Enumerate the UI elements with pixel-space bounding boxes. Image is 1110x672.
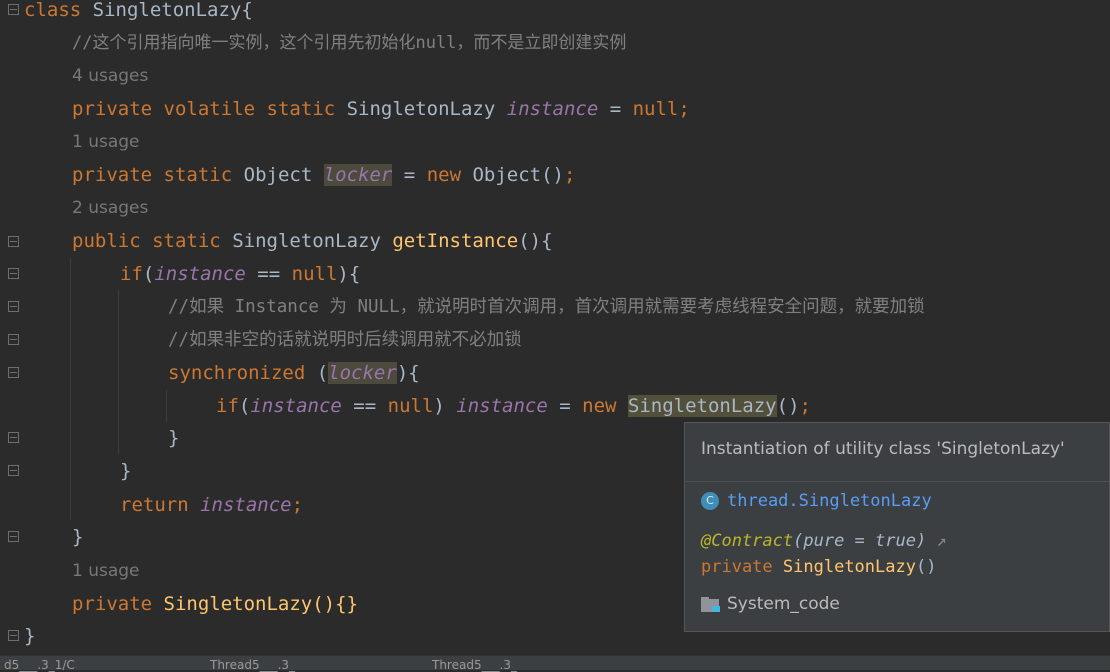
- module-folder-icon: [701, 596, 721, 612]
- punctuation: ){: [337, 263, 361, 285]
- keyword: new: [426, 164, 462, 186]
- tab-label[interactable]: d5___.3_1/C: [4, 658, 75, 672]
- fold-synchronized-end-icon[interactable]: [8, 432, 19, 443]
- signature-name: SingletonLazy: [782, 557, 916, 577]
- keyword: static: [163, 164, 233, 186]
- semicolon: ;: [678, 98, 690, 120]
- comment-line: //如果非空的话就说明时后续调用就不必加锁: [168, 330, 522, 350]
- constructor-declaration: SingletonLazy(){}: [163, 593, 358, 615]
- keyword: return: [120, 494, 189, 516]
- code-line-close-brace: }: [72, 526, 84, 548]
- class-ref-text: thread.SingletonLazy: [727, 491, 932, 511]
- tab-label[interactable]: Thread5___.3_: [432, 658, 517, 672]
- usages-hint[interactable]: 1 usage: [72, 126, 140, 159]
- keyword: if: [216, 395, 239, 417]
- fold-if-icon[interactable]: [8, 268, 19, 279]
- fold-class-end-icon[interactable]: [8, 630, 19, 641]
- field-instance: instance: [506, 98, 599, 120]
- tab-label[interactable]: Thread5___.3_: [210, 658, 295, 672]
- usages-hint[interactable]: 4 usages: [72, 60, 148, 93]
- field-instance: instance: [200, 494, 292, 516]
- type-name: SingletonLazy: [346, 98, 496, 120]
- fold-comment-end-icon[interactable]: [8, 334, 19, 345]
- punctuation: (): [915, 557, 937, 577]
- code-line-close-brace: }: [120, 460, 132, 482]
- class-reference-link[interactable]: Cthread.SingletonLazy: [701, 489, 932, 513]
- external-link-icon[interactable]: ↗: [936, 531, 946, 551]
- type-name: SingletonLazy: [232, 230, 381, 252]
- keyword-class: class: [24, 0, 82, 21]
- keyword: private: [72, 593, 153, 615]
- semicolon: ;: [563, 164, 576, 186]
- fold-comment-icon[interactable]: [8, 301, 19, 312]
- module-line: System_code: [701, 591, 840, 617]
- code-line-close-brace: }: [168, 427, 180, 449]
- operator: ==: [245, 263, 292, 285]
- code-line-getinstance: public static SingletonLazy getInstance(…: [72, 225, 553, 258]
- annotation-params: (pure = true): [793, 531, 927, 551]
- comment-line: //如果 Instance 为 NULL，就说明时首次调用，首次调用就需要考虑线…: [168, 297, 925, 317]
- signature-line: private SingletonLazy(): [701, 557, 936, 577]
- keyword: public: [72, 230, 141, 252]
- fold-getinstance-end-icon[interactable]: [8, 531, 19, 542]
- keyword: null: [291, 263, 338, 285]
- code-line-class: class SingletonLazy{: [24, 0, 253, 27]
- keyword: static: [266, 98, 336, 120]
- constructor-call: Object(): [472, 164, 564, 186]
- semicolon: ;: [291, 494, 304, 516]
- field-locker: locker: [328, 362, 397, 384]
- keyword: null: [387, 395, 434, 417]
- code-line-instance-field: private volatile static SingletonLazy in…: [72, 93, 690, 126]
- fold-if-end-icon[interactable]: [8, 465, 19, 476]
- keyword: private: [72, 164, 153, 186]
- keyword: null: [632, 98, 679, 120]
- keyword: if: [120, 263, 143, 285]
- semicolon: ;: [799, 395, 811, 417]
- keyword: new: [582, 395, 617, 417]
- keyword: synchronized: [168, 362, 306, 384]
- editor-gutter: [0, 0, 24, 655]
- punctuation: (){: [518, 230, 553, 252]
- usages-hint[interactable]: 2 usages: [72, 192, 148, 225]
- comment-line: //这个引用指向唯一实例，这个引用先初始化null，而不是立即创建实例: [72, 33, 627, 53]
- code-line-create-instance: if(instance == null) instance = new Sing…: [216, 395, 811, 417]
- code-line-locker-field: private static Object locker = new Objec…: [72, 164, 576, 186]
- fold-getinstance-icon[interactable]: [8, 236, 19, 247]
- divider: [685, 481, 1109, 482]
- field-locker: locker: [323, 164, 393, 186]
- inspection-tooltip[interactable]: Instantiation of utility class 'Singleto…: [684, 422, 1110, 632]
- annotation-line: @Contract(pure = true) ↗: [701, 531, 947, 551]
- code-line-if: if(instance == null){: [120, 263, 361, 285]
- code-line-private-ctor: private SingletonLazy(){}: [72, 588, 358, 621]
- annotation-name: @Contract: [701, 531, 794, 551]
- operator: =: [598, 98, 633, 120]
- code-line-close-brace: }: [24, 625, 36, 647]
- constructor-call-highlighted[interactable]: SingletonLazy: [627, 395, 777, 417]
- keyword: static: [152, 230, 221, 252]
- code-line-return: return instance;: [120, 489, 303, 522]
- indent-guide: [118, 290, 119, 454]
- operator: ==: [341, 395, 388, 417]
- field-instance: instance: [456, 395, 548, 417]
- punctuation: (): [776, 395, 800, 417]
- field-instance: instance: [250, 395, 342, 417]
- fold-class-icon[interactable]: [8, 4, 19, 15]
- type-name: Object: [243, 164, 313, 186]
- fold-synchronized-icon[interactable]: [8, 367, 19, 378]
- editor-tabs-bar: d5___.3_1/C Thread5___.3_ Thread5___.3_: [0, 655, 1110, 672]
- keyword: volatile: [163, 98, 256, 120]
- keyword: private: [72, 98, 153, 120]
- field-instance: instance: [154, 263, 246, 285]
- tooltip-title: Instantiation of utility class 'Singleto…: [701, 439, 1065, 459]
- indent-guide: [166, 390, 167, 422]
- indent-guide: [70, 258, 71, 520]
- usages-hint[interactable]: 1 usage: [72, 555, 140, 588]
- class-icon: C: [701, 492, 719, 510]
- module-name: System_code: [727, 594, 840, 614]
- class-name: SingletonLazy{: [92, 0, 253, 21]
- keyword: private: [701, 557, 773, 577]
- code-line-synchronized: synchronized (locker){: [168, 362, 420, 384]
- operator: =: [547, 395, 583, 417]
- method-name: getInstance: [392, 230, 519, 252]
